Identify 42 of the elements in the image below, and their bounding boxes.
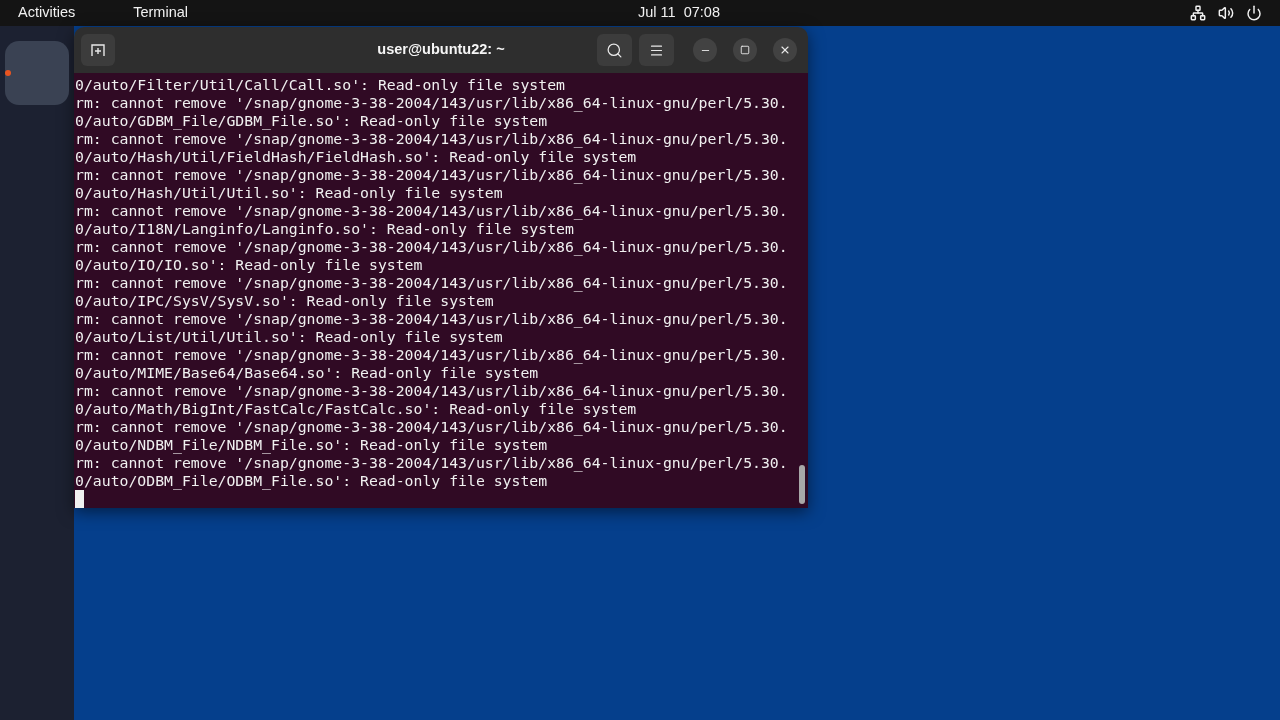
clock[interactable]: Jul 11 07:08 — [638, 4, 720, 21]
app-menu[interactable]: Terminal — [133, 2, 188, 24]
terminal-line: 0/auto/MIME/Base64/Base64.so': Read-only file system — [75, 364, 539, 382]
volume-icon[interactable] — [1218, 5, 1234, 21]
terminal-line: 0/auto/Hash/Util/FieldHash/FieldHash.so': Read-only file system — [75, 148, 637, 166]
terminal-line: rm: cannot remove '/snap/gnome-3-38-2004/143/usr/lib/x86_64-linux-gnu/perl/5.30. — [75, 382, 788, 400]
terminal-line: 0/auto/Filter/Util/Call/Call.so': Read-only file system — [75, 76, 565, 94]
power-icon[interactable] — [1246, 5, 1262, 21]
terminal-line: 0/auto/List/Util/Util.so': Read-only file system — [75, 328, 503, 346]
new-tab-button[interactable] — [81, 34, 115, 66]
close-button[interactable] — [773, 38, 797, 62]
terminal-line: rm: cannot remove '/snap/gnome-3-38-2004/143/usr/lib/x86_64-linux-gnu/perl/5.30. — [75, 346, 788, 364]
maximize-icon — [740, 45, 750, 55]
search-button[interactable] — [597, 34, 632, 66]
dock-app-tile[interactable] — [5, 41, 69, 105]
terminal-line: 0/auto/GDBM_File/GDBM_File.so': Read-only file system — [75, 112, 548, 130]
terminal-line: rm: cannot remove '/snap/gnome-3-38-2004/143/usr/lib/x86_64-linux-gnu/perl/5.30. — [75, 274, 788, 292]
maximize-button[interactable] — [733, 38, 757, 62]
terminal-line: rm: cannot remove '/snap/gnome-3-38-2004/143/usr/lib/x86_64-linux-gnu/perl/5.30. — [75, 166, 788, 184]
close-icon — [779, 44, 791, 56]
terminal-line: rm: cannot remove '/snap/gnome-3-38-2004/143/usr/lib/x86_64-linux-gnu/perl/5.30. — [75, 310, 788, 328]
network-icon[interactable] — [1190, 5, 1206, 21]
terminal-line: 0/auto/NDBM_File/NDBM_File.so': Read-only file system — [75, 436, 548, 454]
terminal-line: 0/auto/ODBM_File/ODBM_File.so': Read-only file system — [75, 472, 548, 490]
terminal-line: rm: cannot remove '/snap/gnome-3-38-2004/143/usr/lib/x86_64-linux-gnu/perl/5.30. — [75, 454, 788, 472]
terminal-line: rm: cannot remove '/snap/gnome-3-38-2004/143/usr/lib/x86_64-linux-gnu/perl/5.30. — [75, 94, 788, 112]
terminal-line: rm: cannot remove '/snap/gnome-3-38-2004/143/usr/lib/x86_64-linux-gnu/perl/5.30. — [75, 130, 788, 148]
terminal-line: 0/auto/IO/IO.so': Read-only file system — [75, 256, 423, 274]
activities-button[interactable]: Activities — [18, 2, 76, 24]
scrollbar-thumb[interactable] — [799, 465, 805, 504]
terminal-line: rm: cannot remove '/snap/gnome-3-38-2004/143/usr/lib/x86_64-linux-gnu/perl/5.30. — [75, 202, 788, 220]
terminal-line: 0/auto/Hash/Util/Util.so': Read-only file system — [75, 184, 503, 202]
terminal-line: 0/auto/IPC/SysV/SysV.so': Read-only file system — [75, 292, 494, 310]
search-icon — [606, 41, 623, 59]
menu-icon — [649, 42, 664, 58]
new-tab-icon — [91, 44, 105, 56]
terminal-line: rm: cannot remove '/snap/gnome-3-38-2004/143/usr/lib/x86_64-linux-gnu/perl/5.30. — [75, 238, 788, 256]
terminal-line: 0/auto/I18N/Langinfo/Langinfo.so': Read-only file system — [75, 220, 574, 238]
terminal-line: rm: cannot remove '/snap/gnome-3-38-2004/143/usr/lib/x86_64-linux-gnu/perl/5.30. — [75, 418, 788, 436]
terminal-line: 0/auto/Math/BigInt/FastCalc/FastCalc.so': Read-only file system — [75, 400, 637, 418]
window-title: user@ubuntu22: ~ — [377, 40, 505, 60]
menu-button[interactable] — [639, 34, 674, 66]
